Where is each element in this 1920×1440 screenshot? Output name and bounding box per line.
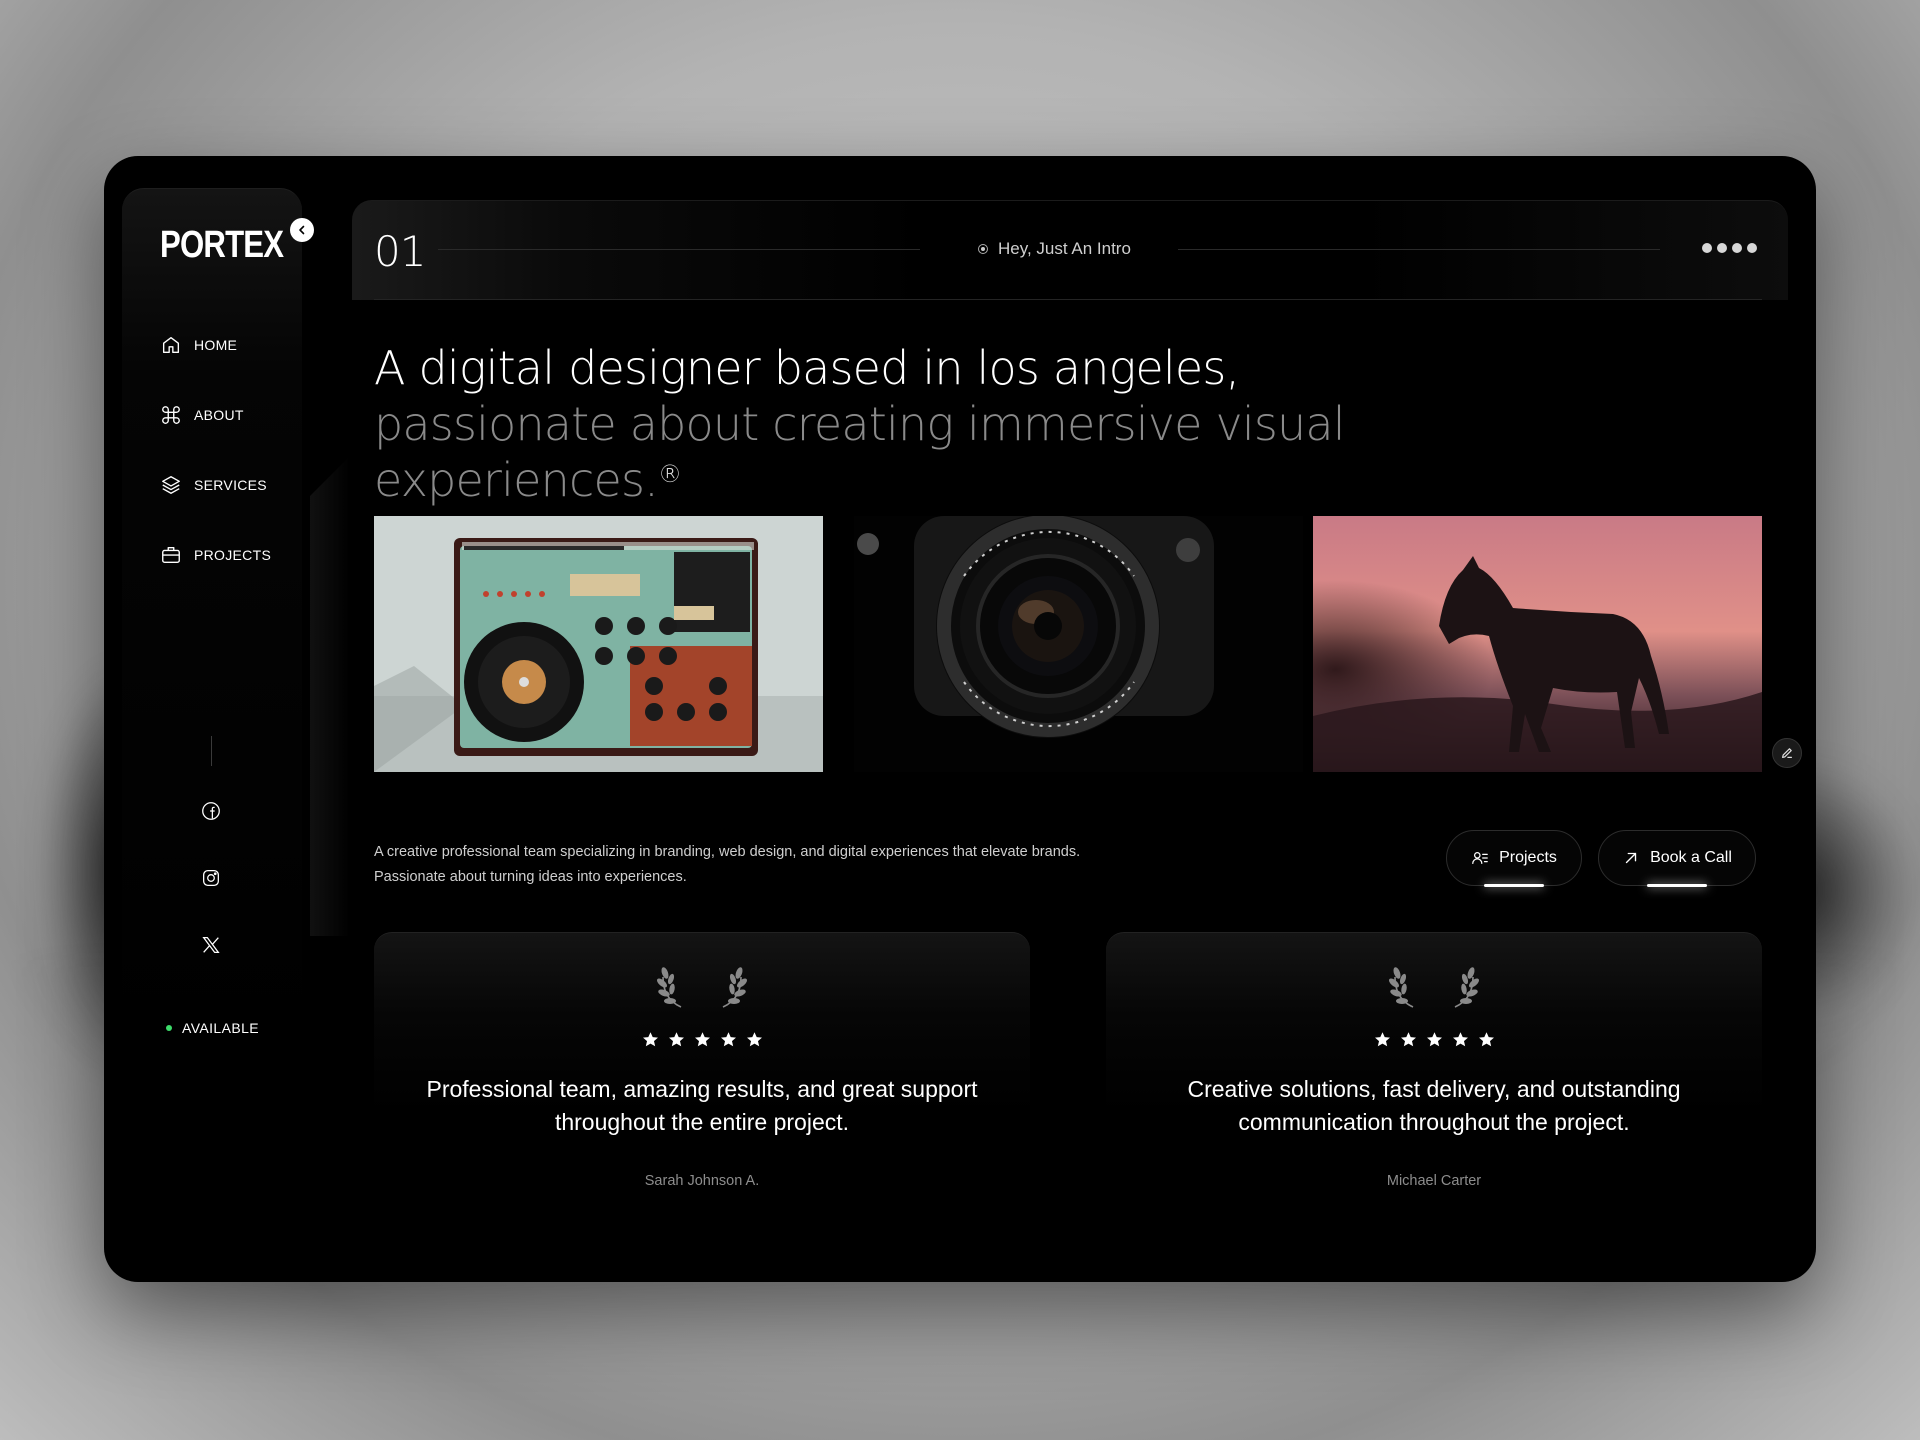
testimonial-quote: Professional team, amazing results, and … (426, 1076, 978, 1135)
star-rating (1106, 1031, 1762, 1048)
laurel-icon (1106, 963, 1762, 1009)
layers-icon (162, 476, 180, 494)
intro-text: Hey, Just An Intro (998, 239, 1131, 258)
star-icon (694, 1032, 710, 1047)
sidebar: PORTEX HOME ABOUT SERVICES PROJECTS AVAI… (122, 188, 314, 1088)
section-header: 01 Hey, Just An Intro (352, 200, 1788, 300)
sidebar-item-label: PROJECTS (194, 547, 272, 563)
star-icon (1400, 1032, 1416, 1047)
facebook-link[interactable] (198, 798, 224, 824)
facebook-icon (202, 802, 220, 820)
star-icon (720, 1032, 736, 1047)
sidebar-item-label: SERVICES (194, 477, 267, 493)
headline-muted: passionate about creating immersive visu… (374, 397, 1346, 507)
headline-main: A digital designer based in los angeles, (374, 341, 1240, 395)
laurel-icon (374, 963, 1030, 1009)
availability-status: AVAILABLE (166, 1020, 259, 1036)
star-icon (1478, 1032, 1494, 1047)
app-window: PORTEX HOME ABOUT SERVICES PROJECTS AVAI… (104, 156, 1816, 1282)
gallery (374, 516, 1762, 772)
book-call-button-label: Book a Call (1650, 849, 1732, 866)
gallery-image-horse[interactable] (1313, 516, 1762, 772)
status-dot (166, 1025, 172, 1031)
sidebar-divider (211, 736, 212, 766)
testimonial-card: Professional team, amazing results, and … (374, 932, 1030, 1262)
intro-label: Hey, Just An Intro (978, 239, 1131, 259)
dots-icon[interactable] (1702, 243, 1757, 253)
intro-description: A creative professional team specializin… (374, 840, 1134, 890)
user-list-icon (1472, 851, 1488, 865)
main-content: 01 Hey, Just An Intro A digital designer… (352, 200, 1792, 1262)
sidebar-edge (310, 456, 350, 936)
sidebar-item-about[interactable]: ABOUT (160, 380, 271, 450)
header-line-right (1178, 249, 1660, 250)
star-icon (1426, 1032, 1442, 1047)
instagram-link[interactable] (198, 865, 224, 891)
sidebar-item-projects[interactable]: PROJECTS (160, 520, 271, 590)
testimonial-author: Sarah Johnson A. (644, 1173, 760, 1189)
social-links (198, 798, 224, 999)
sidebar-nav: HOME ABOUT SERVICES PROJECTS (160, 310, 271, 590)
star-icon (668, 1032, 684, 1047)
testimonial-quote: Creative solutions, fast delivery, and o… (1187, 1076, 1681, 1135)
arrow-up-right-icon (1625, 852, 1637, 864)
gallery-image-camera-lens[interactable] (854, 516, 1303, 772)
x-icon (202, 937, 220, 953)
projects-button-label: Projects (1499, 849, 1557, 866)
description-line-2: Passionate about turning ideas into expe… (374, 869, 687, 885)
testimonials: Professional team, amazing results, and … (374, 932, 1762, 1262)
star-icon (746, 1032, 762, 1047)
command-icon (162, 406, 180, 424)
projects-button[interactable]: Projects (1446, 830, 1582, 886)
sidebar-item-services[interactable]: SERVICES (160, 450, 271, 520)
testimonial-card: Creative solutions, fast delivery, and o… (1106, 932, 1762, 1262)
brand-logo[interactable]: PORTEX (160, 224, 284, 267)
home-icon (162, 336, 180, 354)
book-call-button[interactable]: Book a Call (1598, 830, 1756, 886)
sidebar-collapse-button[interactable] (290, 218, 314, 242)
star-icon (1452, 1032, 1468, 1047)
sidebar-item-label: ABOUT (194, 407, 244, 423)
x-link[interactable] (198, 932, 224, 958)
target-icon (978, 244, 988, 254)
description-line-1: A creative professional team specializin… (374, 844, 1081, 860)
pencil-icon (1782, 748, 1792, 758)
sidebar-item-home[interactable]: HOME (160, 310, 271, 380)
gallery-image-turntable[interactable] (374, 516, 823, 772)
registered-mark: ® (657, 460, 682, 488)
header-divider (374, 299, 1762, 300)
edit-button[interactable] (1772, 738, 1802, 768)
testimonial-author: Michael Carter (1386, 1173, 1482, 1189)
hero-headline: A digital designer based in los angeles,… (374, 340, 1474, 508)
sidebar-item-label: HOME (194, 337, 238, 353)
chevron-left-icon (299, 225, 305, 235)
star-icon (1374, 1032, 1390, 1047)
briefcase-icon (162, 546, 180, 564)
section-number: 01 (374, 227, 426, 276)
instagram-icon (203, 870, 219, 886)
star-rating (374, 1031, 1030, 1048)
header-line-left (438, 249, 920, 250)
star-icon (642, 1032, 658, 1047)
status-label: AVAILABLE (182, 1020, 260, 1036)
